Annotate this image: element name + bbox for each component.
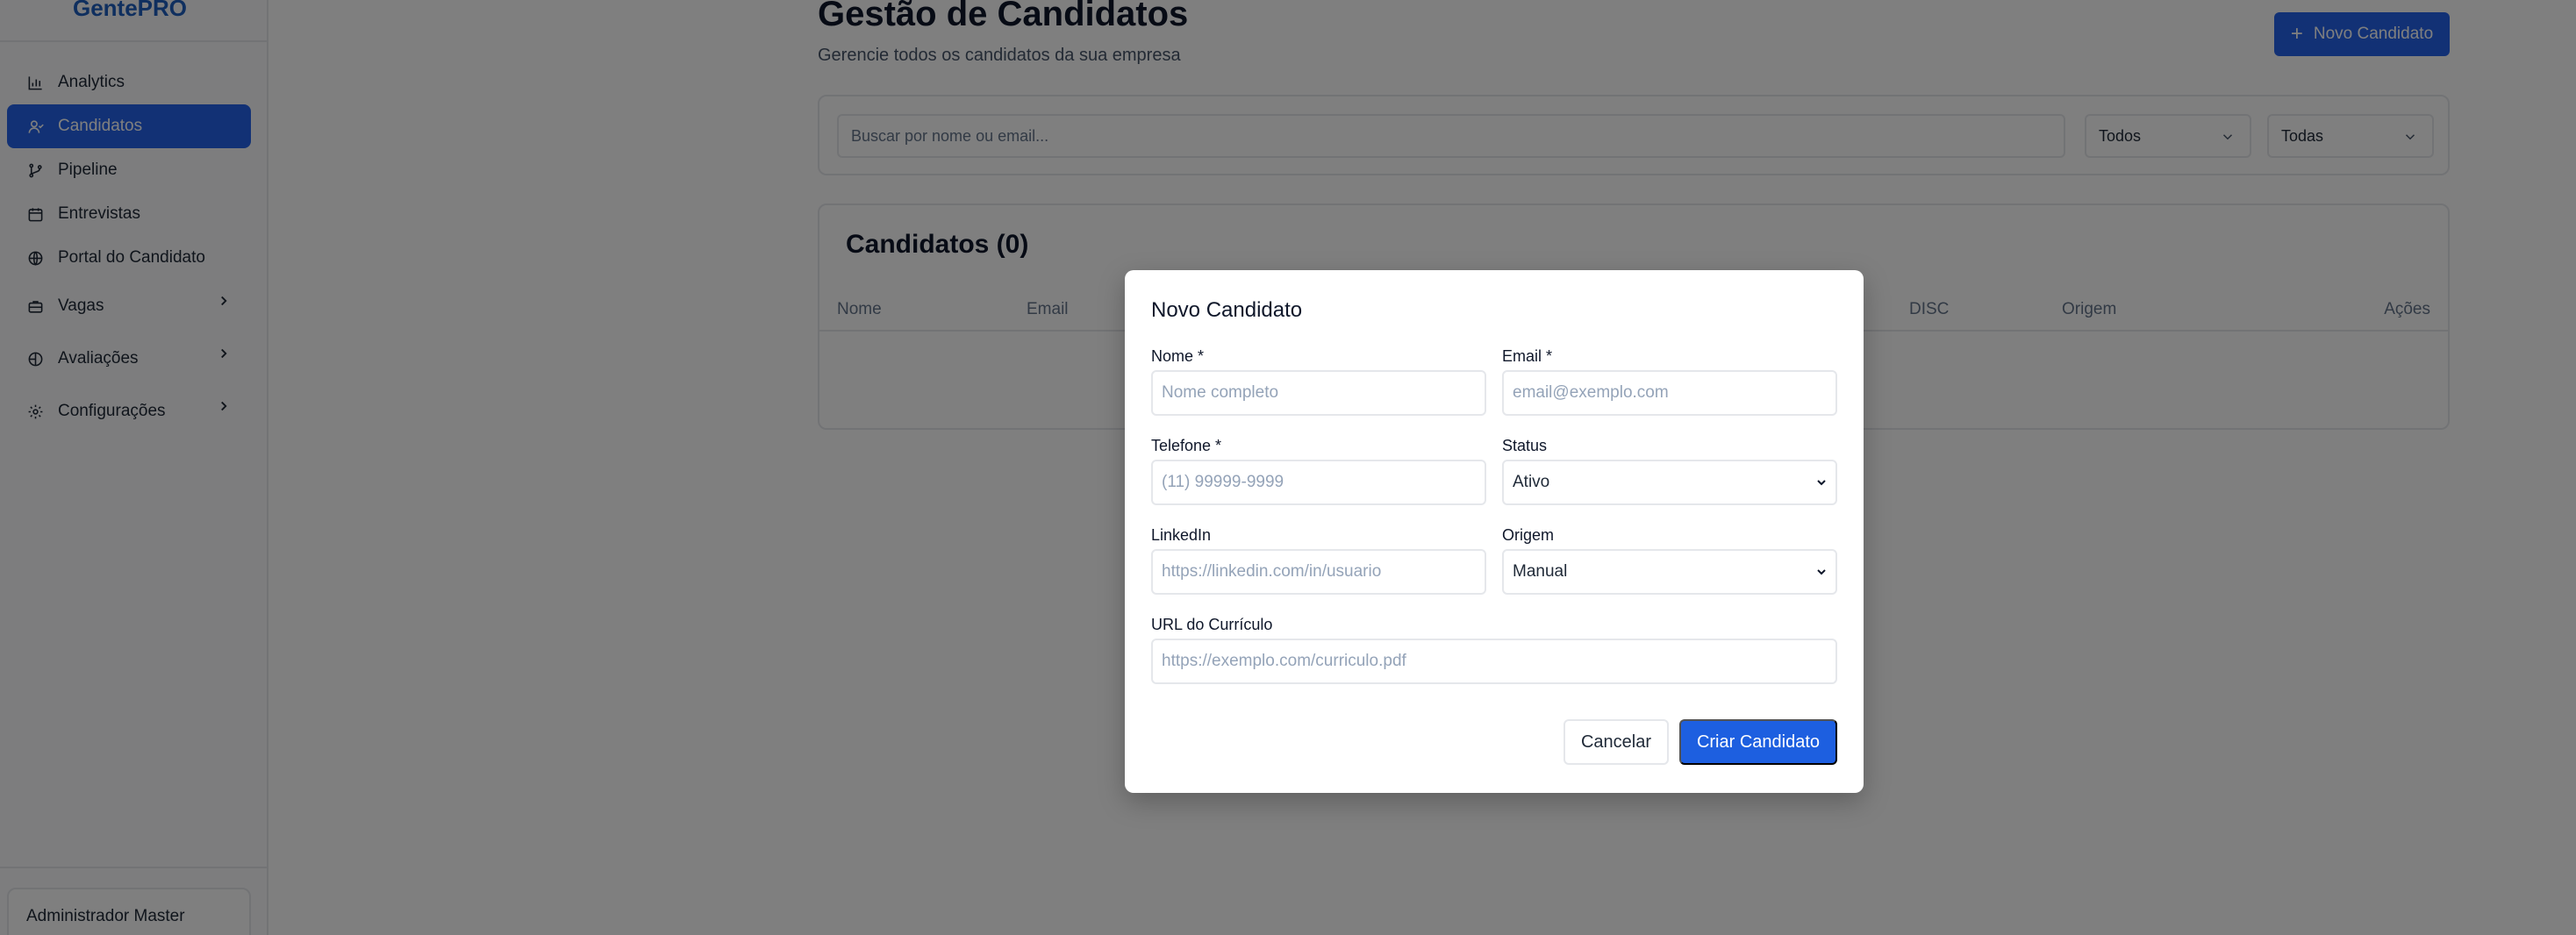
dialog-title: Novo Candidato [1151,298,1303,322]
linkedin-field[interactable]: https://linkedin.com/in/usuario [1151,549,1486,595]
telefone-label: Telefone * [1151,437,1222,454]
linkedin-placeholder: https://linkedin.com/in/usuario [1162,562,1382,581]
chevron-down-icon [1817,480,1826,486]
linkedin-label: LinkedIn [1151,526,1212,544]
curriculo-url-field[interactable]: https://exemplo.com/curriculo.pdf [1151,639,1837,684]
create-candidate-button[interactable]: Criar Candidato [1679,719,1837,765]
origem-select[interactable]: Manual [1502,549,1837,595]
new-candidate-dialog: Novo Candidato Nome * Nome completo Emai… [1125,270,1864,793]
status-label: Status [1502,437,1548,454]
chevron-down-icon [1817,569,1826,575]
origem-value: Manual [1513,562,1568,581]
telefone-placeholder: (11) 99999-9999 [1162,473,1284,491]
email-label: Email * [1502,347,1553,365]
telefone-field[interactable]: (11) 99999-9999 [1151,460,1486,505]
cancel-button[interactable]: Cancelar [1563,719,1669,765]
curriculo-label: URL do Currículo [1151,616,1273,633]
nome-placeholder: Nome completo [1162,383,1279,402]
nome-field[interactable]: Nome completo [1151,370,1486,416]
email-placeholder: email@exemplo.com [1513,383,1669,402]
email-field[interactable]: email@exemplo.com [1502,370,1837,416]
origem-label: Origem [1502,526,1555,544]
status-select[interactable]: Ativo [1502,460,1837,505]
status-value: Ativo [1513,473,1550,491]
curriculo-placeholder: https://exemplo.com/curriculo.pdf [1162,652,1406,670]
nome-label: Nome * [1151,347,1205,365]
